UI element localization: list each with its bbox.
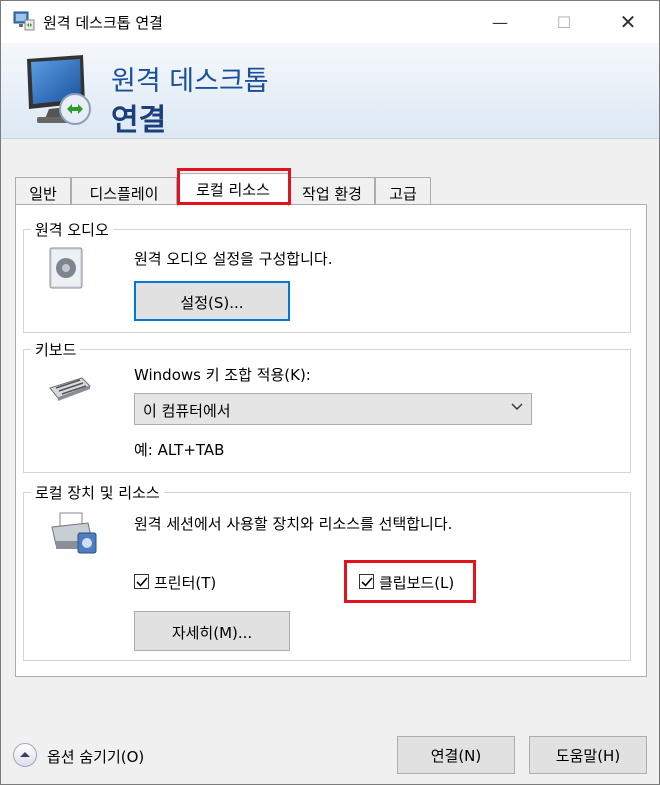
- window-title: 원격 데스크톱 연결: [43, 14, 163, 32]
- printer-label[interactable]: 프린터(T): [154, 572, 216, 593]
- devices-description: 원격 세션에서 사용할 장치와 리소스를 선택합니다.: [134, 515, 453, 533]
- keyboard-icon: [49, 377, 91, 401]
- banner-title-line1: 원격 데스크톱: [111, 66, 269, 97]
- title-bar: 원격 데스크톱 연결 — ☐ ✕: [1, 1, 659, 43]
- chevron-down-icon: [511, 403, 523, 410]
- help-button[interactable]: 도움말(H): [529, 736, 647, 774]
- printer-devices-icon: [51, 512, 97, 554]
- tab-advanced[interactable]: 고급: [375, 177, 431, 205]
- remote-desktop-app-icon: [13, 11, 35, 31]
- keyboard-combo-label: Windows 키 조합 적용(K):: [134, 366, 311, 384]
- tab-panel-local-resources: 원격 오디오 원격 오디오 설정을 구성합니다. 설정(S)... 키보드 Wi…: [15, 204, 647, 677]
- remote-monitor-icon: [27, 55, 91, 125]
- group-keyboard: 키보드 Windows 키 조합 적용(K): 이 컴퓨터에서 예: ALT+T…: [23, 339, 631, 473]
- keyboard-combo-value: 이 컴퓨터에서: [143, 402, 231, 420]
- tab-general[interactable]: 일반: [15, 177, 71, 205]
- clipboard-label[interactable]: 클립보드(L): [379, 572, 454, 593]
- audio-settings-button[interactable]: 설정(S)...: [134, 281, 290, 321]
- chevron-up-icon: [20, 752, 30, 757]
- connect-button[interactable]: 연결(N): [397, 736, 515, 774]
- options-toggle-button[interactable]: [13, 743, 37, 767]
- checkmark-icon: [361, 577, 373, 587]
- printer-checkbox[interactable]: [134, 574, 149, 589]
- clipboard-checkbox[interactable]: [359, 574, 374, 589]
- group-local-devices: 로컬 장치 및 리소스 원격 세션에서 사용할 장치와 리소스를 선택합니다. …: [23, 482, 631, 661]
- group-label-remote-audio: 원격 오디오: [31, 219, 113, 240]
- banner-title-line2: 연결: [111, 103, 167, 138]
- group-label-local-devices: 로컬 장치 및 리소스: [31, 482, 164, 503]
- audio-description: 원격 오디오 설정을 구성합니다.: [134, 250, 333, 268]
- devices-more-button[interactable]: 자세히(M)...: [134, 611, 290, 651]
- group-remote-audio: 원격 오디오 원격 오디오 설정을 구성합니다. 설정(S)...: [23, 219, 631, 333]
- header-banner: 원격 데스크톱 연결: [1, 43, 659, 139]
- keyboard-combo-select[interactable]: 이 컴퓨터에서: [134, 393, 532, 425]
- tab-experience[interactable]: 작업 환경: [289, 177, 375, 205]
- tab-display[interactable]: 디스플레이: [71, 177, 177, 205]
- close-button[interactable]: ✕: [605, 1, 651, 43]
- checkmark-icon: [136, 577, 148, 587]
- minimize-button[interactable]: —: [477, 1, 523, 43]
- maximize-button[interactable]: ☐: [541, 1, 587, 43]
- group-label-keyboard: 키보드: [31, 339, 81, 360]
- keyboard-example: 예: ALT+TAB: [134, 441, 225, 459]
- speaker-icon: [49, 247, 83, 289]
- tab-local-resources[interactable]: 로컬 리소스: [177, 173, 289, 206]
- options-toggle-label[interactable]: 옵션 숨기기(O): [47, 746, 144, 767]
- remote-desktop-window: 원격 데스크톱 연결 — ☐ ✕ 원격 데스크톱 연결 일반 디스플레이 로컬 …: [0, 0, 660, 785]
